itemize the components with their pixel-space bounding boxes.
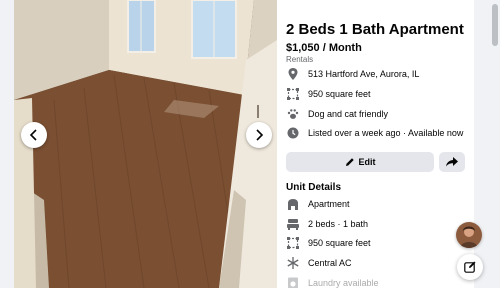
pencil-icon: [345, 157, 355, 167]
share-button[interactable]: [439, 152, 465, 172]
listing-title: 2 Beds 1 Bath Apartment: [286, 21, 464, 38]
clock-icon: [286, 126, 300, 140]
share-arrow-icon: [446, 157, 458, 167]
next-photo-button[interactable]: [246, 122, 272, 148]
square-footage-icon: [286, 236, 300, 250]
address-row[interactable]: 513 Hartford Ave, Aurora, IL: [286, 67, 419, 81]
edit-label: Edit: [358, 157, 376, 167]
chevron-left-icon: [29, 129, 37, 141]
unit-size-row: 950 square feet: [286, 236, 371, 250]
building-icon: [286, 197, 300, 211]
listed-text: Listed over a week ago · Available now: [308, 128, 464, 138]
compose-icon: [464, 261, 476, 273]
listing-category[interactable]: Rentals: [286, 55, 313, 64]
listing-details-panel: 2 Beds 1 Bath Apartment $1,050 / Month R…: [277, 0, 474, 288]
avatar[interactable]: [456, 222, 482, 248]
chevron-right-icon: [256, 129, 264, 141]
previous-photo-button[interactable]: [21, 122, 47, 148]
unit-type-row: Apartment: [286, 197, 350, 211]
beds-baths-row: 2 beds · 1 bath: [286, 217, 368, 231]
square-footage-icon: [286, 87, 300, 101]
edit-button[interactable]: Edit: [286, 152, 434, 172]
size-row: 950 square feet: [286, 87, 371, 101]
listing-price: $1,050 / Month: [286, 42, 362, 54]
left-gutter: [0, 0, 14, 288]
pets-text: Dog and cat friendly: [308, 109, 389, 119]
scrollbar-thumb[interactable]: [492, 4, 498, 46]
address-text: 513 Hartford Ave, Aurora, IL: [308, 69, 420, 79]
bed-icon: [286, 217, 300, 231]
paw-icon: [286, 107, 300, 121]
laundry-icon: [286, 276, 300, 288]
beds-baths-text: 2 beds · 1 bath: [308, 219, 369, 229]
snowflake-icon: [286, 256, 300, 270]
ac-row: Central AC: [286, 256, 352, 270]
listing-photo: [14, 0, 277, 288]
unit-type-text: Apartment: [308, 199, 350, 209]
laundry-text: Laundry available: [308, 278, 379, 288]
ac-text: Central AC: [308, 258, 352, 268]
new-message-button[interactable]: [457, 254, 483, 280]
pets-row: Dog and cat friendly: [286, 107, 388, 121]
size-text: 950 square feet: [308, 89, 371, 99]
listed-row: Listed over a week ago · Available now: [286, 126, 463, 140]
laundry-row: Laundry available: [286, 276, 379, 288]
room-photo: [14, 0, 277, 288]
location-pin-icon: [286, 67, 300, 81]
unit-size-text: 950 square feet: [308, 238, 371, 248]
unit-details-heading: Unit Details: [286, 182, 342, 193]
